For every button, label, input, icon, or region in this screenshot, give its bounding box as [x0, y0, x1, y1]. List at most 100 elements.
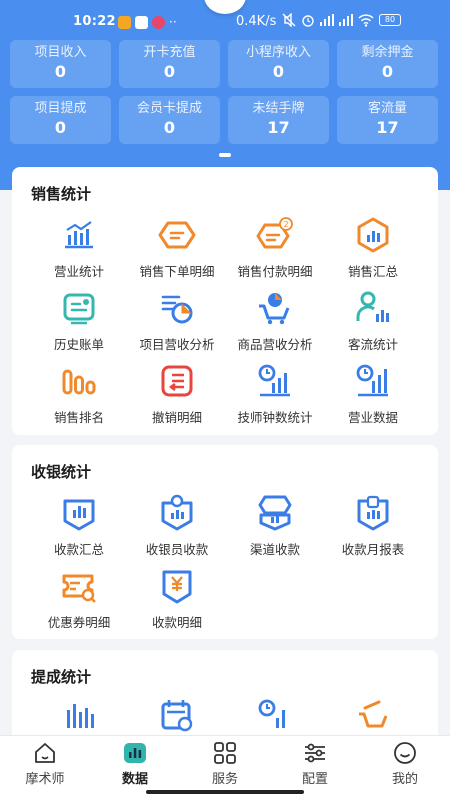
badge-count: 2 — [283, 220, 288, 229]
stat-card-project-income[interactable]: 项目收入 0 — [10, 40, 111, 88]
payment-tag-icon: 2 — [256, 217, 293, 249]
stat-card-miniprogram-income[interactable]: 小程序收入 0 — [228, 40, 329, 88]
tile-business-data[interactable]: 营业数据 — [320, 361, 426, 426]
clock-chart-icon — [258, 699, 285, 728]
tile-label: 撤销明细 — [151, 410, 202, 425]
stat-card-remaining-deposit[interactable]: 剩余押金 0 — [337, 40, 438, 88]
tile-commission-1[interactable] — [26, 696, 132, 736]
summary-stats-grid: 项目收入 0 开卡充值 0 小程序收入 0 剩余押金 0 项目提成 0 会员卡提成 0 未结… — [10, 40, 440, 145]
tile-monthly-report[interactable]: 收款月报表 — [320, 493, 426, 558]
yuan-detail-icon — [162, 570, 192, 604]
tile-cashier-collection[interactable]: 收银员收款 — [124, 493, 230, 558]
status-bar: 10:22 ·· 0.4K/s 80 — [0, 10, 450, 38]
stat-value: 0 — [54, 118, 67, 137]
network-speed: 0.4K/s — [236, 14, 277, 29]
stat-card-customer-flow[interactable]: 客流量 17 — [337, 96, 438, 144]
stat-value: 17 — [376, 118, 399, 137]
tile-label: 销售下单明细 — [139, 264, 215, 279]
app-notification-icon — [152, 16, 165, 29]
tile-project-revenue-analysis[interactable]: 项目营收分析 — [124, 288, 230, 353]
tile-commission-4[interactable] — [320, 696, 426, 736]
stat-value: 0 — [163, 118, 176, 137]
stat-value: 0 — [381, 62, 394, 81]
stat-label: 项目提成 — [34, 101, 87, 116]
section-title: 销售统计 — [31, 185, 92, 203]
tab-profile[interactable]: 我的 — [360, 740, 450, 787]
tile-commission-2[interactable] — [124, 696, 230, 736]
tab-config[interactable]: 配置 — [270, 740, 360, 787]
tile-label: 收银员收款 — [145, 542, 209, 557]
tile-sales-ranking[interactable]: 销售排名 — [26, 361, 132, 426]
tab-label: 数据 — [121, 772, 148, 787]
tile-customer-flow-stats[interactable]: 客流统计 — [320, 288, 426, 353]
commission-bar-icon — [67, 704, 94, 728]
tile-coupon-detail[interactable]: 优惠券明细 — [26, 566, 132, 631]
stat-card-member-commission[interactable]: 会员卡提成 0 — [119, 96, 220, 144]
tile-technician-clock-stats[interactable]: 技师钟数统计 — [222, 361, 328, 426]
tile-commission-3[interactable] — [222, 696, 328, 736]
pie-analysis-icon — [161, 295, 193, 324]
tile-label: 销售汇总 — [347, 264, 398, 279]
ranking-icon — [62, 369, 96, 395]
tab-service[interactable]: 服务 — [180, 740, 270, 787]
stat-value: 0 — [163, 62, 176, 81]
tile-label: 销售排名 — [53, 410, 104, 425]
tile-sales-order-detail[interactable]: 销售下单明细 — [124, 215, 230, 280]
monthly-report-icon — [357, 495, 389, 531]
stat-card-card-recharge[interactable]: 开卡充值 0 — [119, 40, 220, 88]
app-notification-icon — [135, 16, 148, 29]
stat-label: 项目收入 — [34, 45, 87, 60]
stat-label: 客流量 — [367, 101, 407, 116]
stat-card-unsettled-tokens[interactable]: 未结手牌 17 — [228, 96, 329, 144]
section-title: 收银统计 — [31, 463, 92, 481]
battery-icon: 80 — [379, 14, 401, 26]
stat-card-project-commission[interactable]: 项目提成 0 — [10, 96, 111, 144]
stat-label: 会员卡提成 — [136, 101, 202, 116]
undo-detail-icon — [161, 365, 193, 397]
bill-history-icon — [63, 293, 95, 325]
app-notification-icon — [118, 16, 131, 29]
signal-icon — [320, 14, 334, 26]
stat-label: 剩余押金 — [361, 45, 414, 60]
tab-label: 摩术师 — [25, 772, 65, 787]
cashier-stats-card: 收银统计 收款汇总 收银员收款 渠道收款 收款月报表 优惠券明细 收款明细 — [12, 445, 438, 639]
tab-label: 配置 — [301, 772, 328, 787]
data-icon — [124, 743, 146, 763]
cart-commission-icon — [359, 700, 388, 728]
bar-chart-icon — [65, 221, 93, 249]
tile-goods-revenue-analysis[interactable]: 商品营收分析 — [222, 288, 328, 353]
home-indicator[interactable] — [146, 790, 304, 794]
settings-sliders-icon — [305, 743, 325, 763]
tile-collection-detail[interactable]: 收款明细 — [124, 566, 230, 631]
coupon-detail-icon — [62, 574, 96, 603]
tile-label: 营业统计 — [53, 264, 104, 279]
channel-collection-icon — [258, 495, 292, 531]
grid-icon — [214, 742, 236, 764]
tab-home[interactable]: 摩术师 — [0, 740, 90, 787]
tile-label: 技师钟数统计 — [237, 410, 313, 425]
status-app-icons: ·· — [118, 16, 177, 29]
tab-data[interactable]: 数据 — [90, 740, 180, 787]
tile-undo-detail[interactable]: 撤销明细 — [124, 361, 230, 426]
tile-collection-summary[interactable]: 收款汇总 — [26, 493, 132, 558]
tile-sales-payment-detail[interactable]: 2 销售付款明细 — [222, 215, 328, 280]
tile-label: 客流统计 — [347, 337, 398, 352]
tile-history-bill[interactable]: 历史账单 — [26, 288, 132, 353]
tile-label: 收款汇总 — [53, 542, 104, 557]
stat-label: 小程序收入 — [245, 45, 311, 60]
tile-label: 项目营收分析 — [139, 337, 215, 352]
stat-value: 0 — [272, 62, 285, 81]
signal-icon — [339, 14, 353, 26]
tile-label: 渠道收款 — [249, 542, 300, 557]
home-icon — [35, 743, 55, 763]
stat-label: 未结手牌 — [252, 101, 305, 116]
tile-sales-summary[interactable]: 销售汇总 — [320, 215, 426, 280]
tile-business-stats[interactable]: 营业统计 — [26, 215, 132, 280]
status-time: 10:22 — [73, 14, 116, 29]
calendar-clock-icon — [161, 700, 193, 732]
cashier-collection-icon — [161, 494, 193, 531]
stat-label: 开卡充值 — [143, 45, 196, 60]
collection-summary-icon — [63, 499, 95, 531]
tile-channel-collection[interactable]: 渠道收款 — [222, 493, 328, 558]
tab-label: 我的 — [391, 772, 418, 787]
